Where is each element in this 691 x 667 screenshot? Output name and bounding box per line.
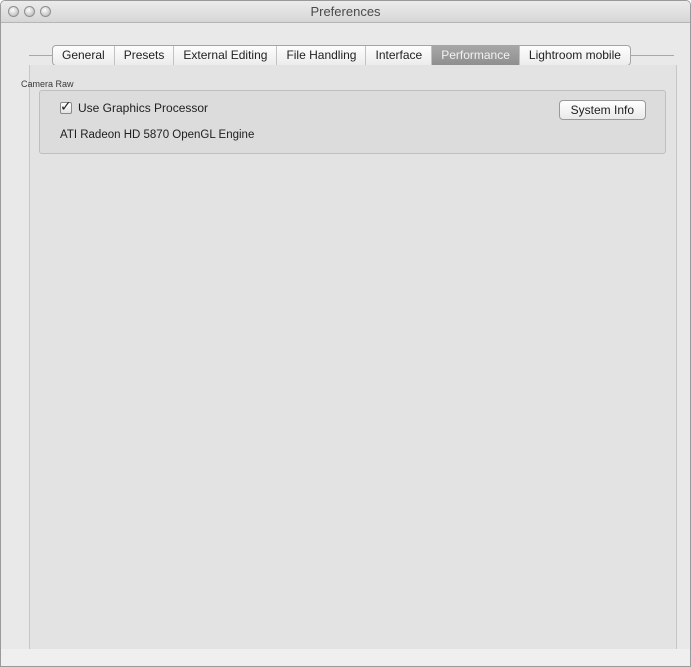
preferences-window: Preferences General Presets External Edi… <box>0 0 691 667</box>
section-label-camera-raw: Camera Raw <box>21 79 74 89</box>
tab-external-editing[interactable]: External Editing <box>174 46 278 65</box>
checkmark-icon: ✓ <box>60 98 72 114</box>
use-gpu-checkbox[interactable]: ✓ <box>60 98 72 114</box>
use-gpu-label[interactable]: Use Graphics Processor <box>78 101 208 115</box>
window-title: Preferences <box>310 4 381 19</box>
tab-lightroom-mobile[interactable]: Lightroom mobile <box>520 46 630 65</box>
system-info-button[interactable]: System Info <box>558 100 646 120</box>
gpu-info-text: ATI Radeon HD 5870 OpenGL Engine <box>60 129 255 141</box>
title-bar[interactable]: Preferences <box>1 1 690 23</box>
tab-interface[interactable]: Interface <box>366 46 433 65</box>
tab-bar: General Presets External Editing File Ha… <box>52 45 631 66</box>
tab-general[interactable]: General <box>53 46 115 65</box>
tab-performance[interactable]: Performance <box>432 46 520 65</box>
use-gpu-row[interactable]: ✓ Use Graphics Processor <box>60 98 208 115</box>
window-bottom-edge <box>1 649 690 666</box>
camera-raw-group: ✓ Use Graphics Processor ATI Radeon HD 5… <box>39 90 666 154</box>
tab-presets[interactable]: Presets <box>115 46 175 65</box>
tab-file-handling[interactable]: File Handling <box>277 46 367 65</box>
